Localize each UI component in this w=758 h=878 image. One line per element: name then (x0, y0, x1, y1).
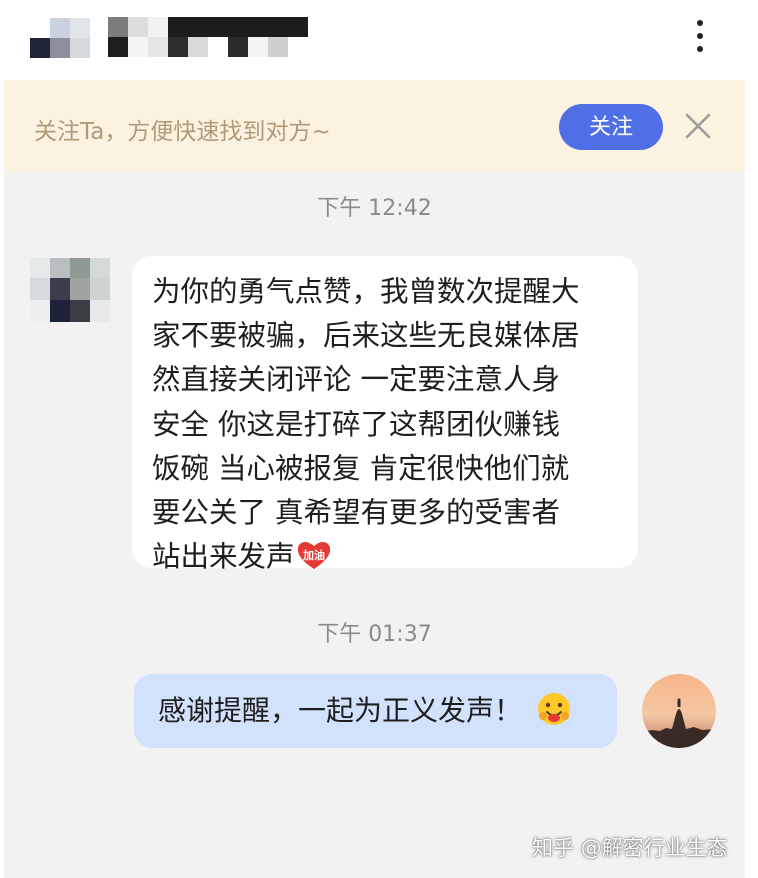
message-line: 为你的勇气点赞，我曾数次提醒大 (152, 275, 580, 308)
chat-header (0, 0, 758, 78)
more-vertical-icon[interactable] (690, 20, 710, 60)
timestamp: 下午 12:42 (317, 196, 432, 221)
sender-avatar[interactable] (30, 258, 110, 322)
timestamp: 下午 01:37 (317, 622, 432, 647)
follow-banner: 关注Ta，方便快速找到对方~ 关注 (4, 80, 745, 172)
incoming-message-bubble[interactable]: 为你的勇气点赞，我曾数次提醒大 家不要被骗，后来这些无良媒体居 然直接关闭评论 … (132, 256, 638, 573)
contact-avatar[interactable] (30, 18, 90, 58)
outgoing-message-bubble[interactable]: 感谢提醒，一起为正义发声！ (134, 674, 617, 748)
outgoing-message-text: 感谢提醒，一起为正义发声！ (158, 694, 523, 727)
message-line: 家不要被骗，后来这些无良媒体居 (152, 319, 580, 353)
close-icon[interactable] (682, 110, 714, 142)
jiayou-sticker-label: 加油 (302, 548, 325, 562)
hug-emoji-icon (538, 693, 571, 725)
message-line: 安全 你这是打碎了这帮团伙赚钱 (152, 407, 561, 441)
message-line: 站出来发声 (152, 540, 295, 574)
message-line-last: 站出来发声 加油 (152, 535, 618, 579)
contact-name-blurred (108, 17, 308, 57)
jiayou-sticker-icon: 加油 (297, 542, 330, 570)
message-line: 饭碗 当心被报复 肯定很快他们就 (152, 451, 570, 485)
follow-button[interactable]: 关注 (559, 104, 663, 150)
chat-area[interactable]: 下午 12:42 为你的勇气点赞，我曾数次提醒大 家不要被骗，后来这些无良媒体居… (4, 172, 745, 878)
message-line: 要公关了 真希望有更多的受害者 (152, 496, 561, 530)
my-avatar[interactable] (642, 674, 716, 748)
message-line: 然直接关闭评论 一定要注意人身 (152, 363, 561, 397)
watermark: 知乎 @解密行业生态 (532, 836, 728, 860)
follow-banner-text: 关注Ta，方便快速找到对方~ (34, 119, 331, 145)
